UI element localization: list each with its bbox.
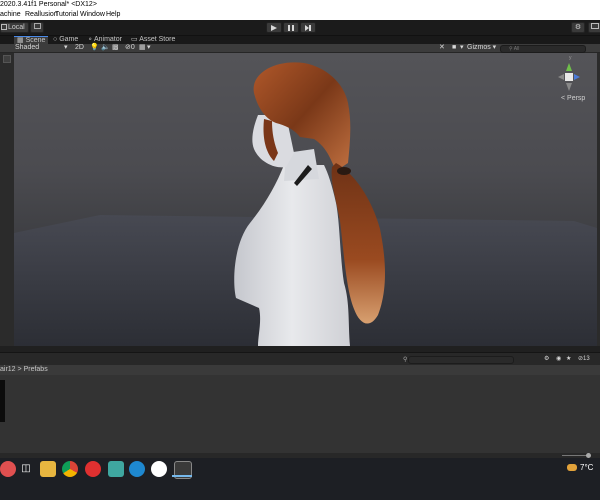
pause-icon [288,25,294,31]
pivot-local-button[interactable]: Local [0,22,29,33]
menu-item-window[interactable]: Window [80,11,105,18]
main-toolbar: Local ⚙ [0,20,600,36]
weather-icon[interactable] [567,464,577,471]
character-creator-icon[interactable] [129,461,145,477]
scene-render [14,62,597,346]
search-icon: ⚲ [509,46,513,52]
step-button[interactable] [300,22,316,33]
project-toolbar: ⚲ ⚙ ◉ ★ ⊘13 [0,352,600,366]
asset-store-tab-icon: ▭ [131,36,138,43]
camera-icon[interactable]: ■ [452,44,456,52]
gizmos-dropdown[interactable]: Gizmos ▾ [467,44,496,52]
scene-search-input[interactable]: ⚲ All [500,45,586,53]
chevron-down-icon: ▾ [460,44,464,51]
active-app-indicator [172,475,192,477]
menu-item-tutorial[interactable]: Tutorial [55,11,78,18]
hidden-packages-icon[interactable]: ⊘13 [578,355,590,362]
breadcrumb-separator: > [17,366,22,373]
play-icon [271,25,277,31]
breadcrumb-item-prefabs[interactable]: Prefabs [24,366,48,373]
project-asset-grid[interactable] [0,375,600,453]
favorite-star-icon[interactable]: ★ [566,355,571,362]
toggle-2d-button[interactable]: 2D [75,44,84,52]
layers-icon [591,23,599,29]
scene-viewport[interactable]: y < Persp [14,53,597,346]
asset-thumbnail[interactable] [0,380,5,422]
audio-toggle-icon[interactable]: 🔈 [101,44,110,52]
animator-tab-icon: ∘ [88,36,93,43]
game-tab-icon: ○ [53,36,58,43]
scene-options-bar: Shaded ▾ 2D 💡 🔈 ▩ ⊘0 ▦ ▾ ✕ ■ ▾ Gizmos ▾ … [0,44,600,53]
scene-tab-icon: ▦ [17,37,24,44]
tab-scene[interactable]: ▦ Scene [14,36,49,44]
file-explorer-icon[interactable] [40,461,56,477]
gear-icon: ⚙ [574,24,582,31]
title-bar: 2020.3.41f1 Personal* <DX12> [0,0,600,10]
tab-asset-store[interactable]: ▭ Asset Store [128,36,178,44]
pause-button[interactable] [283,22,299,33]
chevron-down-icon: ▾ [64,44,68,51]
menu-item-machine[interactable]: achine [0,11,21,18]
task-view-icon[interactable]: ◫ [18,461,34,477]
shading-mode-dropdown[interactable]: Shaded [15,44,39,52]
tools-icon[interactable]: ✕ [439,44,445,52]
chrome-icon[interactable] [62,461,78,477]
opera-icon[interactable] [85,461,101,477]
hierarchy-panel-collapsed [0,53,15,346]
project-search-input[interactable]: ⚲ [403,356,514,364]
panel-menu-icon[interactable] [3,55,11,63]
menu-bar: achine Reallusion Tutorial Window Help [0,10,600,20]
tab-animator[interactable]: ∘ Animator [85,36,125,44]
paint-app-icon[interactable] [0,461,16,477]
window-title: 2020.3.41f1 Personal* <DX12> [0,1,97,8]
filter-by-type-icon[interactable]: ⚙ [544,355,549,362]
play-button[interactable] [266,22,282,33]
grid-icon [33,23,41,29]
filter-by-label-icon[interactable]: ◉ [556,355,561,362]
projection-label[interactable]: < Persp [561,95,585,102]
app-icon[interactable] [108,461,124,477]
unity-hub-icon[interactable] [151,461,167,477]
breadcrumb-item-parent[interactable]: air12 [0,366,16,373]
hidden-objects-icon[interactable]: ⊘0 [125,44,135,52]
view-tab-bar: ▦ Scene ○ Game ∘ Animator ▭ Asset Store [0,36,600,44]
temperature-text[interactable]: 7°C [580,463,593,472]
settings-button[interactable]: ⚙ [571,22,585,33]
tab-game[interactable]: ○ Game [50,36,81,44]
grid-toggle-icon[interactable]: ▦ [139,44,146,52]
hair-tie [337,167,351,175]
orientation-gizmo[interactable]: y < Persp [549,55,589,107]
step-icon [305,25,311,31]
lighting-toggle-icon[interactable]: 💡 [90,44,99,52]
gizmo-y-label: y [569,55,572,61]
local-icon [1,24,7,31]
menu-item-reallusion[interactable]: Reallusion [25,11,58,18]
axis-gizmo-icon [558,63,580,91]
menu-item-help[interactable]: Help [106,11,120,18]
effects-toggle-icon[interactable]: ▩ [112,44,119,52]
search-icon: ⚲ [403,357,408,363]
chevron-down-icon: ▾ [147,44,151,51]
grid-snap-button[interactable] [30,22,44,33]
layers-button[interactable] [588,22,600,33]
